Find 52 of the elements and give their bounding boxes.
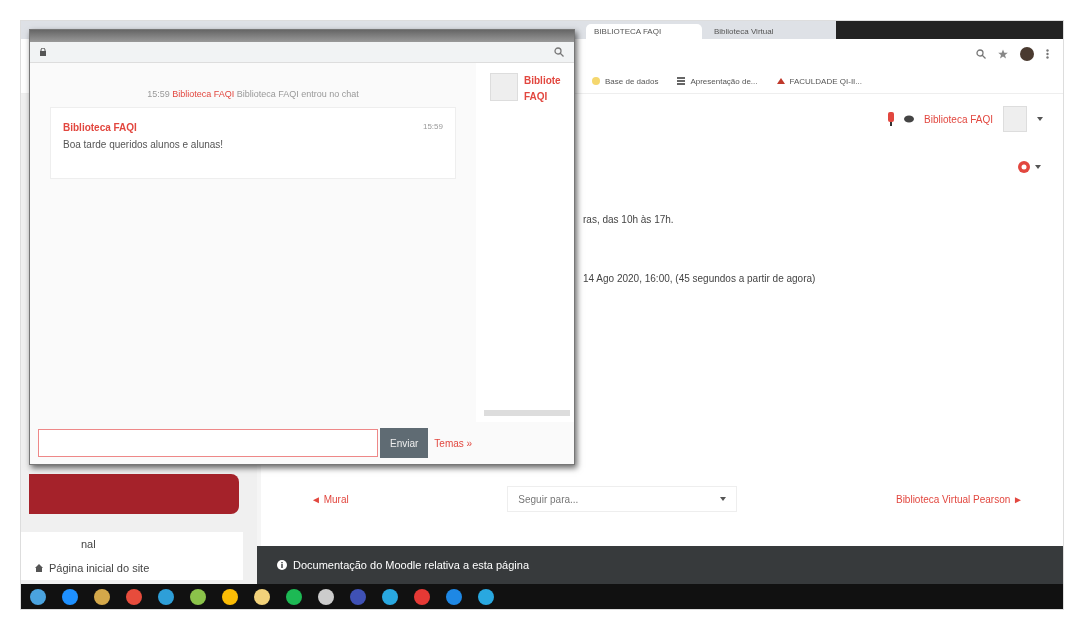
search-icon[interactable] (976, 49, 986, 59)
bell-icon[interactable] (888, 112, 895, 126)
app-icon[interactable] (189, 587, 207, 606)
app-icon[interactable] (317, 587, 335, 606)
app-icon[interactable] (157, 587, 175, 606)
bookmark-link[interactable]: Apresentação de... (690, 76, 758, 86)
app-icon[interactable] (445, 587, 463, 606)
bookmark-link[interactable]: Base de dados (605, 76, 659, 86)
user-avatar (490, 73, 518, 101)
bookmark-link[interactable]: FACULDADE QI-II... (789, 76, 862, 86)
stack-icon (676, 76, 687, 86)
message-author: Biblioteca FAQI (63, 122, 137, 133)
previous-link[interactable]: ◄ Mural (311, 493, 349, 505)
caret-icon[interactable] (1035, 165, 1041, 169)
browser-tab[interactable]: BIBLIOTECA FAQI (586, 24, 702, 39)
themes-link[interactable]: Temas » (434, 437, 473, 449)
profile-avatar-icon[interactable] (1020, 47, 1034, 61)
menu-icon[interactable] (1046, 49, 1049, 59)
lock-icon (40, 48, 46, 56)
user-name[interactable]: Biblioteca FAQI (924, 113, 993, 125)
settings-icon[interactable] (1017, 160, 1031, 174)
jump-select[interactable]: Seguir para... (507, 486, 738, 512)
app-icon[interactable] (61, 587, 79, 606)
info-icon (277, 560, 287, 570)
message-time: 15:59 (422, 122, 443, 133)
app-icon[interactable] (285, 587, 303, 606)
message-text: Boa tarde queridos alunos e alunas! (63, 139, 225, 150)
page-text: ras, das 10h às 17h. (582, 214, 675, 225)
app-icon[interactable] (93, 587, 111, 606)
chat-bubble-icon[interactable] (904, 115, 915, 123)
app-icon[interactable] (381, 587, 399, 606)
send-button[interactable]: Enviar (380, 428, 429, 458)
dot-icon (591, 76, 601, 86)
user-avatar (1003, 106, 1027, 132)
moodle-docs-link[interactable]: Documentação do Moodle relativa a esta página (293, 559, 530, 571)
message-input[interactable] (38, 429, 378, 457)
caret-icon (720, 497, 727, 501)
home-icon (35, 564, 43, 572)
app-icon[interactable] (29, 587, 47, 606)
user-name[interactable]: Bibliote FAQI (524, 73, 574, 105)
star-icon[interactable] (998, 49, 1008, 59)
system-message: 15:59 Biblioteca FAQI Biblioteca FAQI entrou no chat (146, 88, 360, 99)
next-link[interactable]: Biblioteca Virtual Pearson ► (895, 493, 1023, 505)
page-text: 14 Ago 2020, 16:00, (45 segundos a partir de agora) (582, 273, 817, 284)
search-icon[interactable] (554, 47, 564, 57)
caret-icon[interactable] (1037, 117, 1043, 121)
app-icon[interactable] (253, 587, 271, 606)
sidebar-item[interactable]: nal (81, 538, 96, 550)
triangle-icon (775, 76, 786, 86)
app-icon[interactable] (221, 587, 239, 606)
app-icon[interactable] (477, 587, 495, 606)
scrollbar[interactable] (484, 410, 570, 416)
